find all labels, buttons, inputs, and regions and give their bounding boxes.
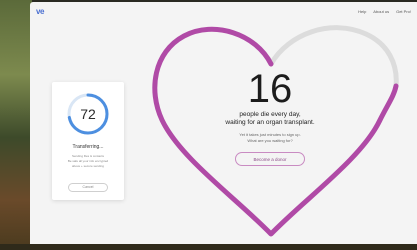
- transfer-card: 72 Transferring... Sending files & conta…: [52, 82, 124, 200]
- progress-value: 72: [80, 106, 96, 122]
- hero-line-1: people die every day,: [239, 111, 301, 118]
- transfer-line-1: Sending files & contacts: [71, 154, 105, 158]
- hero-line-2: waiting for an organ transplant.: [225, 119, 315, 126]
- transfer-line-3: above + secure sending: [72, 164, 104, 168]
- hero-sub-1: Yet it takes just minutes to sign up.: [239, 132, 301, 137]
- become-donor-button[interactable]: Become a donor: [235, 152, 305, 166]
- desktop-background: [0, 0, 32, 250]
- hero-sub-2: What are you waiting for?: [247, 138, 293, 143]
- desktop-bottom-edge: [0, 244, 417, 250]
- transfer-line-2: Be safe all your info encrypted: [67, 159, 109, 163]
- cancel-button[interactable]: Cancel: [68, 183, 108, 192]
- site-logo[interactable]: ve: [36, 7, 44, 16]
- hero-message: 16 people die every day, waiting for an …: [218, 67, 322, 166]
- transfer-title: Transferring...: [72, 144, 104, 150]
- death-count: 16: [247, 67, 293, 111]
